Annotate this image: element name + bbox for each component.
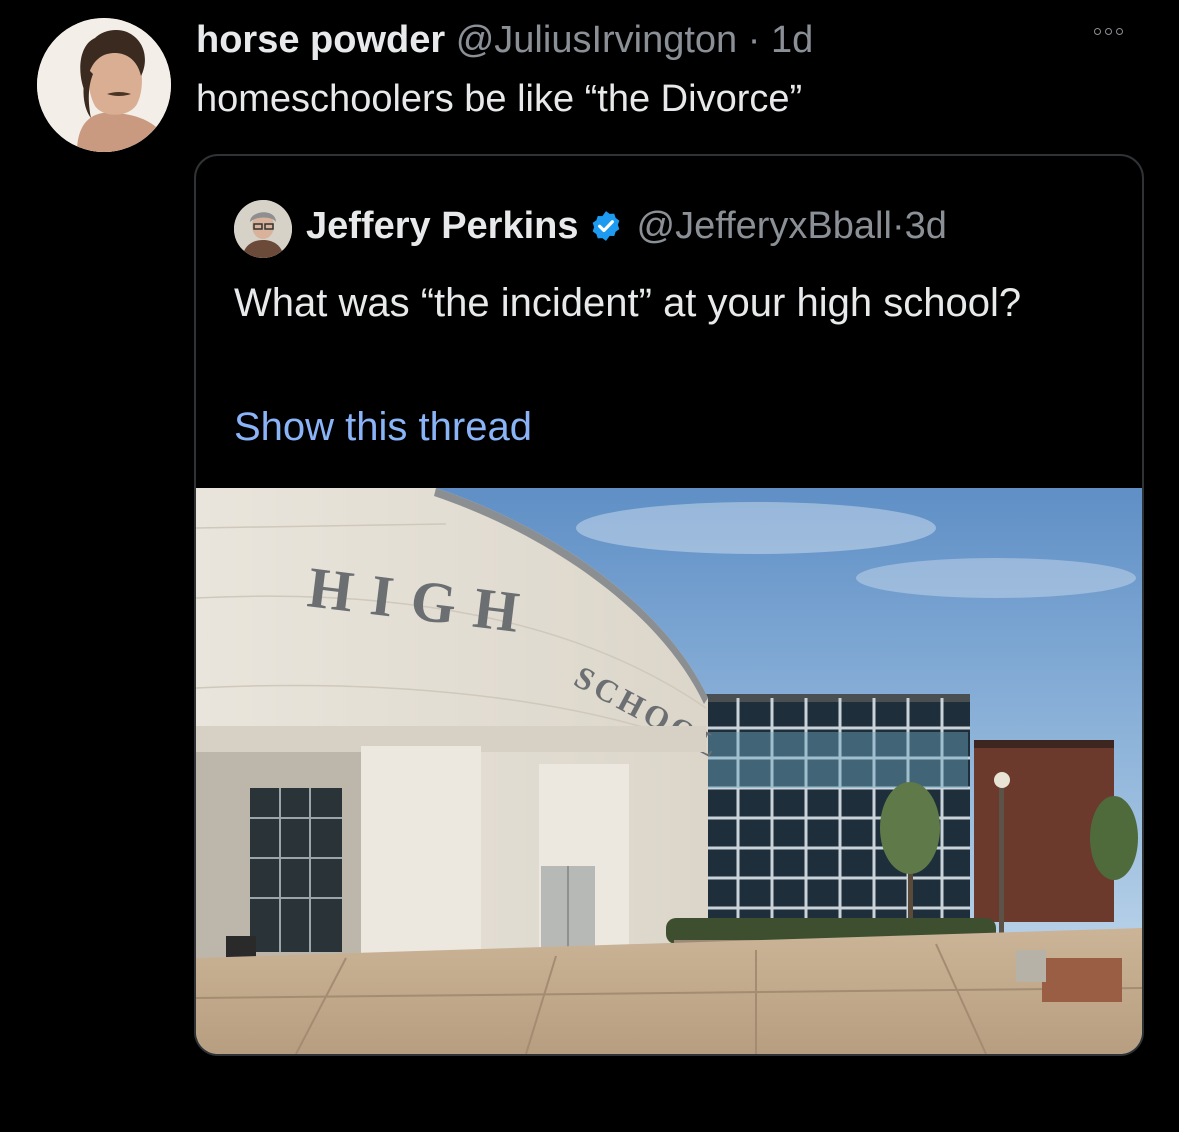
profile-photo-icon [37,18,171,152]
quote-display-name[interactable]: Jeffery Perkins [306,202,579,250]
quote-text: What was “the incident” at your high sch… [234,281,1022,325]
profile-photo-icon [234,200,292,258]
quote-tweet-card[interactable]: Jeffery Perkins @JefferyxBball · 3d What… [194,154,1144,1056]
quote-header: Jeffery Perkins @JefferyxBball · 3d [306,202,947,250]
high-school-photo: HIGH SCHOOL [196,488,1142,1054]
quote-user-handle[interactable]: @JefferyxBball [637,202,892,250]
display-name[interactable]: horse powder [196,19,445,61]
quote-timestamp[interactable]: 3d [905,202,947,250]
show-thread-link[interactable]: Show this thread [234,402,532,452]
user-handle[interactable]: @JuliusIrvington [456,19,737,61]
separator: · [891,205,905,247]
tweet-text: homeschoolers be like “the Divorce” [196,78,803,120]
quote-media-image[interactable]: HIGH SCHOOL [196,488,1142,1054]
more-dot [1105,28,1112,35]
quote-avatar[interactable] [234,200,292,258]
separator: · [747,19,761,61]
tweet-header: horse powder @JuliusIrvington · 1d [196,16,813,64]
more-dot [1116,28,1123,35]
avatar[interactable] [37,18,171,152]
more-dot [1094,28,1101,35]
verified-badge-icon [592,211,619,241]
tweet: horse powder @JuliusIrvington · 1d homes… [0,0,1179,1132]
more-options-icon[interactable] [1094,28,1123,35]
timestamp[interactable]: 1d [771,19,813,61]
